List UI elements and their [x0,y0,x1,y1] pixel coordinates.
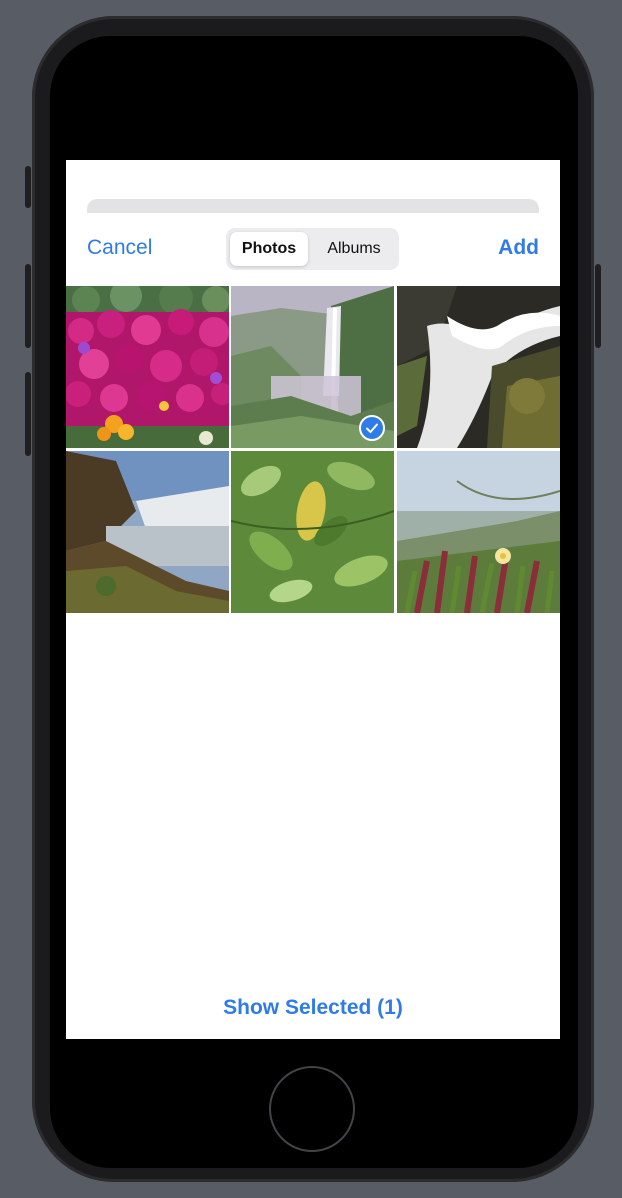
photo-thumbnail-waterfall-cliff[interactable] [66,451,229,613]
sheet-background-card [87,199,539,213]
waterfall-cliff-image [66,451,229,613]
photo-thumbnail-green-leaves[interactable] [231,451,394,613]
photo-thumbnail-beach-plants[interactable] [397,451,560,613]
photo-thumbnail-pink-flowers[interactable] [66,286,229,448]
photo-thumbnail-waterfall-rocks[interactable] [397,286,560,448]
green-leaves-image [231,451,394,613]
checkmark-glyph [366,423,378,433]
volume-up-button [25,264,31,348]
cancel-button[interactable]: Cancel [87,236,152,260]
beach-plants-image [397,451,560,613]
checkmark-circle-icon [359,415,385,441]
tab-photos[interactable]: Photos [230,232,308,266]
photos-albums-segmented-control: Photos Albums [226,228,399,270]
mute-switch [25,166,31,208]
show-selected-button[interactable]: Show Selected (1) [66,996,560,1020]
photo-picker-sheet: Cancel Photos Albums Add Show Selected (… [66,160,560,1039]
power-button [595,264,601,348]
volume-down-button [25,372,31,456]
add-button[interactable]: Add [498,236,539,260]
waterfall-rocks-image [397,286,560,448]
pink-flowers-image [66,286,229,448]
home-button[interactable] [269,1066,355,1152]
tab-albums[interactable]: Albums [312,232,396,266]
picker-navigation-bar: Cancel Photos Albums Add [66,226,560,274]
photo-thumbnail-waterfall-valley[interactable] [231,286,394,448]
